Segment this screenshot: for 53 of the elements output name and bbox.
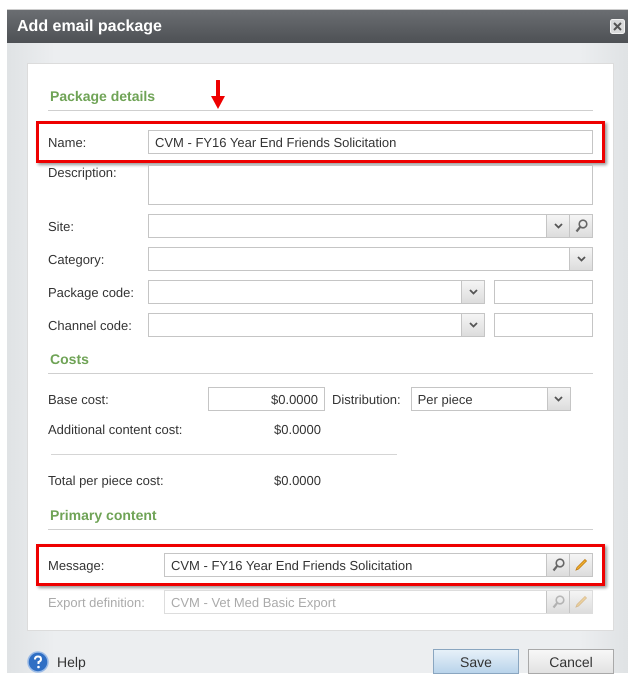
close-icon[interactable] bbox=[610, 19, 625, 34]
code-field[interactable] bbox=[494, 280, 593, 304]
section-heading: Costs bbox=[49, 351, 90, 367]
field-label: Base cost: bbox=[48, 392, 110, 406]
field-label: Message: bbox=[48, 558, 106, 572]
field-label: Export definition: bbox=[48, 594, 146, 610]
chevron-icon bbox=[468, 322, 478, 328]
dropdown-button[interactable] bbox=[546, 215, 569, 237]
cancel-button[interactable]: Cancel bbox=[528, 649, 614, 674]
dropdown-field[interactable] bbox=[148, 313, 485, 337]
dropdown-field[interactable] bbox=[148, 280, 485, 304]
save-button[interactable]: Save bbox=[433, 649, 519, 674]
dropdown-field[interactable] bbox=[148, 214, 593, 238]
dropdown-button[interactable] bbox=[546, 388, 570, 410]
window-title: Add email package bbox=[17, 18, 162, 36]
field-label: Total per piece cost: bbox=[48, 472, 165, 488]
chevron-icon bbox=[576, 256, 586, 262]
pencil-icon bbox=[574, 558, 588, 572]
dropdown-button[interactable] bbox=[461, 281, 484, 303]
chevron-icon bbox=[468, 289, 478, 295]
field-label: Distribution: bbox=[332, 392, 401, 406]
code-field[interactable] bbox=[494, 313, 593, 337]
field-label: Channel code: bbox=[48, 318, 133, 332]
cost-amount: $0.0000 bbox=[273, 422, 322, 436]
search-button[interactable] bbox=[546, 554, 569, 576]
field-label: Site: bbox=[48, 218, 76, 234]
help-link[interactable]: Help bbox=[57, 654, 86, 670]
dropdown-button[interactable] bbox=[461, 314, 484, 336]
dropdown-button[interactable] bbox=[569, 248, 592, 270]
cost-amount: $0.0000 bbox=[273, 472, 322, 488]
dropdown-field[interactable] bbox=[148, 247, 593, 271]
section-heading: Primary content bbox=[49, 507, 158, 523]
field-label: Category: bbox=[48, 252, 106, 266]
chevron-icon bbox=[554, 223, 562, 229]
field-label: Additional content cost: bbox=[48, 422, 184, 436]
lookup-field[interactable]: CVM - FY16 Year End Friends Solicitation bbox=[164, 553, 593, 577]
base-cost-field[interactable]: $0.0000 bbox=[208, 387, 325, 411]
field-label: Name: bbox=[48, 134, 88, 150]
description-field[interactable] bbox=[148, 165, 593, 205]
distribution-dropdown[interactable]: Per piece bbox=[410, 387, 571, 411]
pencil-icon bbox=[574, 595, 588, 609]
search-icon bbox=[552, 595, 564, 609]
field-label: Package code: bbox=[48, 284, 136, 300]
chevron-icon bbox=[554, 396, 564, 402]
search-icon bbox=[552, 558, 564, 572]
search-button[interactable] bbox=[569, 215, 592, 237]
section-heading: Package details bbox=[49, 88, 156, 104]
edit-button[interactable] bbox=[569, 554, 592, 576]
search-icon bbox=[574, 219, 588, 233]
help-icon[interactable] bbox=[27, 650, 49, 672]
name-field[interactable]: CVM - FY16 Year End Friends Solicitation bbox=[148, 130, 593, 154]
lookup-field: CVM - Vet Med Basic Export bbox=[164, 590, 593, 614]
field-label: Description: bbox=[48, 165, 118, 180]
